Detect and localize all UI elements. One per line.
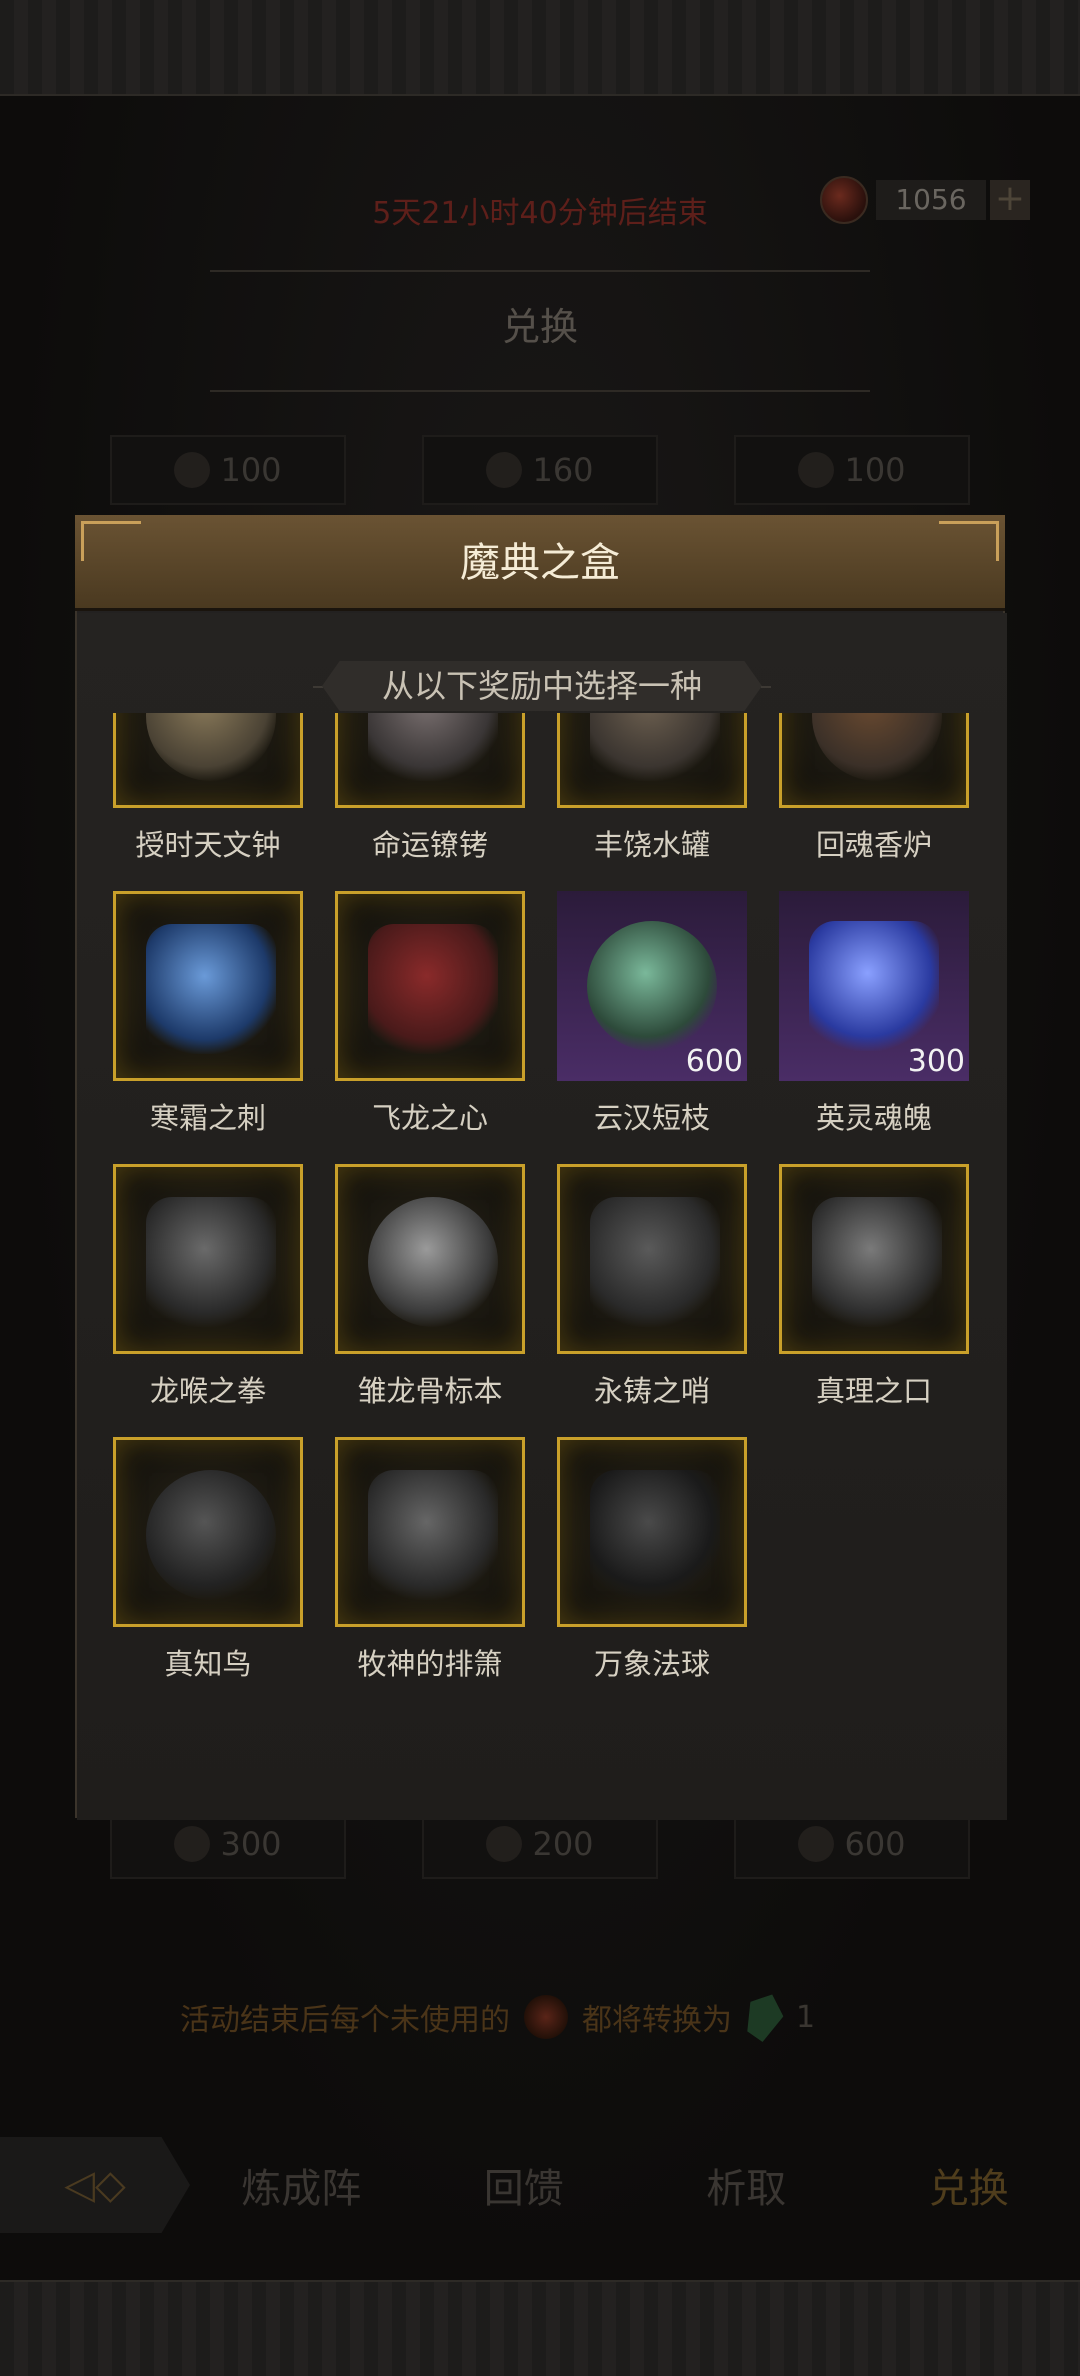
conversion-notice: 活动结束后每个未使用的 都将转换为 1 bbox=[180, 1993, 815, 2041]
modal-body: 从以下奖励中选择一种 授时天文钟 命运镣铐 丰饶水罐 回魂香炉寒霜之刺 飞龙之心 600 云… bbox=[77, 613, 1007, 1820]
reward-item-label: 回魂香炉 bbox=[815, 828, 932, 862]
reward-item[interactable]: 雏龙骨标本 bbox=[335, 1164, 525, 1410]
reward-item-label: 万象法球 bbox=[593, 1647, 710, 1681]
bottom-frame bbox=[0, 2280, 1080, 2376]
reward-item[interactable]: 万象法球 bbox=[557, 1437, 747, 1683]
reward-item-label: 永铸之哨 bbox=[593, 1374, 710, 1408]
back-arrow-icon[interactable]: ◁◇ bbox=[0, 2137, 190, 2233]
price-cell[interactable]: 160 bbox=[422, 435, 658, 505]
reward-item[interactable]: 真理之口 bbox=[779, 1164, 969, 1410]
reward-item-tile[interactable] bbox=[557, 1164, 747, 1354]
tab-exchange[interactable]: 兑换 bbox=[858, 2156, 1080, 2214]
reward-item-icon bbox=[146, 924, 276, 1054]
modal-header: 魔典之盒 bbox=[75, 515, 1005, 611]
orb-icon bbox=[486, 1826, 523, 1862]
reward-item[interactable]: 600 云汉短枝 bbox=[557, 891, 747, 1137]
reward-item-icon bbox=[146, 713, 276, 781]
reward-item[interactable]: 飞龙之心 bbox=[335, 891, 525, 1137]
reward-item-label: 寒霜之刺 bbox=[149, 1101, 266, 1135]
orb-icon bbox=[174, 1826, 211, 1862]
reward-item-icon bbox=[368, 1197, 498, 1327]
reward-item-icon bbox=[812, 1197, 942, 1327]
reward-item-label: 授时天文钟 bbox=[135, 828, 281, 862]
reward-item-icon bbox=[368, 713, 498, 781]
price-row-top: 100 160 100 bbox=[110, 435, 970, 505]
reward-item-label: 英灵魂魄 bbox=[815, 1101, 932, 1135]
reward-item-tile[interactable] bbox=[113, 891, 303, 1081]
reward-item-icon bbox=[146, 1197, 276, 1327]
bottom-nav: ◁◇ 炼成阵 回馈 析取 兑换 bbox=[0, 2120, 1080, 2250]
reward-item[interactable]: 真知鸟 bbox=[113, 1437, 303, 1683]
modal-title: 魔典之盒 bbox=[460, 540, 620, 586]
reward-item-tile[interactable] bbox=[335, 1437, 525, 1627]
divider bbox=[210, 270, 870, 272]
reward-grid[interactable]: 授时天文钟 命运镣铐 丰饶水罐 回魂香炉寒霜之刺 飞龙之心 600 云汉短枝 300 英灵魂魄龙… bbox=[113, 713, 971, 1713]
reward-item[interactable]: 回魂香炉 bbox=[779, 713, 969, 864]
reward-item-tile[interactable] bbox=[779, 1164, 969, 1354]
reward-item-label: 雏龙骨标本 bbox=[357, 1374, 503, 1408]
red-orb-icon bbox=[524, 1995, 568, 2039]
reward-item-label: 真理之口 bbox=[815, 1374, 932, 1408]
reward-item-label: 真知鸟 bbox=[164, 1647, 252, 1681]
exchange-section-title: 兑换 bbox=[501, 305, 578, 349]
reward-item-label: 龙喉之拳 bbox=[149, 1374, 266, 1408]
reward-item[interactable]: 永铸之哨 bbox=[557, 1164, 747, 1410]
reward-item-label: 牧神的排箫 bbox=[357, 1647, 503, 1681]
reward-item-tile[interactable] bbox=[557, 1437, 747, 1627]
top-frame bbox=[0, 0, 1080, 96]
reward-item[interactable]: 授时天文钟 bbox=[113, 713, 303, 864]
reward-item-label: 丰饶水罐 bbox=[593, 828, 710, 862]
reward-item-label: 飞龙之心 bbox=[371, 1101, 488, 1135]
diamond-ornament-icon bbox=[761, 686, 771, 688]
orb-icon bbox=[798, 452, 835, 488]
reward-item[interactable]: 命运镣铐 bbox=[335, 713, 525, 864]
reward-item-tile[interactable] bbox=[335, 713, 525, 808]
red-orb-currency-icon bbox=[820, 176, 868, 224]
reward-select-modal: 魔典之盒 从以下奖励中选择一种 授时天文钟 命运镣铐 丰饶水罐 回魂香炉寒霜之刺 飞龙之… bbox=[75, 515, 1007, 1820]
reward-item-label: 云汉短枝 bbox=[593, 1101, 710, 1135]
price-cell[interactable]: 100 bbox=[110, 435, 346, 505]
reward-item-icon bbox=[590, 713, 720, 781]
reward-item-tile[interactable] bbox=[113, 713, 303, 808]
reward-item[interactable]: 寒霜之刺 bbox=[113, 891, 303, 1137]
reward-item-icon bbox=[146, 1470, 276, 1600]
currency-display: 1056 + bbox=[820, 176, 1040, 224]
diamond-ornament-icon bbox=[313, 686, 323, 688]
reward-item-icon bbox=[590, 1470, 720, 1600]
tab-array[interactable]: 炼成阵 bbox=[190, 2156, 413, 2214]
tab-feedback[interactable]: 回馈 bbox=[413, 2156, 636, 2214]
reward-item-icon bbox=[590, 1197, 720, 1327]
orb-icon bbox=[486, 452, 523, 488]
reward-item[interactable]: 龙喉之拳 bbox=[113, 1164, 303, 1410]
reward-item-tile[interactable] bbox=[557, 713, 747, 808]
reward-item[interactable]: 牧神的排箫 bbox=[335, 1437, 525, 1683]
reward-item-icon bbox=[587, 921, 717, 1051]
reward-item[interactable]: 丰饶水罐 bbox=[557, 713, 747, 864]
green-gem-icon bbox=[739, 1988, 789, 2045]
reward-item[interactable]: 300 英灵魂魄 bbox=[779, 891, 969, 1137]
price-cell[interactable]: 100 bbox=[734, 435, 970, 505]
tab-extract[interactable]: 析取 bbox=[635, 2156, 858, 2214]
divider bbox=[210, 390, 870, 392]
reward-item-tile[interactable] bbox=[335, 891, 525, 1081]
reward-item-quantity: 300 bbox=[907, 1044, 965, 1079]
orb-icon bbox=[174, 452, 211, 488]
reward-item-tile[interactable]: 600 bbox=[557, 891, 747, 1081]
currency-amount: 1056 bbox=[876, 180, 986, 220]
reward-item-icon bbox=[368, 924, 498, 1054]
add-currency-button[interactable]: + bbox=[990, 180, 1030, 220]
reward-item-tile[interactable] bbox=[779, 713, 969, 808]
reward-item-icon bbox=[812, 713, 942, 781]
reward-item-tile[interactable] bbox=[113, 1437, 303, 1627]
reward-item-quantity: 600 bbox=[685, 1044, 743, 1079]
reward-item-tile[interactable] bbox=[113, 1164, 303, 1354]
orb-icon bbox=[798, 1826, 835, 1862]
modal-subtitle: 从以下奖励中选择一种 bbox=[322, 661, 762, 711]
reward-item-icon bbox=[809, 921, 939, 1051]
reward-item-tile[interactable] bbox=[335, 1164, 525, 1354]
reward-item-label: 命运镣铐 bbox=[371, 828, 488, 862]
reward-item-icon bbox=[368, 1470, 498, 1600]
reward-item-tile[interactable]: 300 bbox=[779, 891, 969, 1081]
